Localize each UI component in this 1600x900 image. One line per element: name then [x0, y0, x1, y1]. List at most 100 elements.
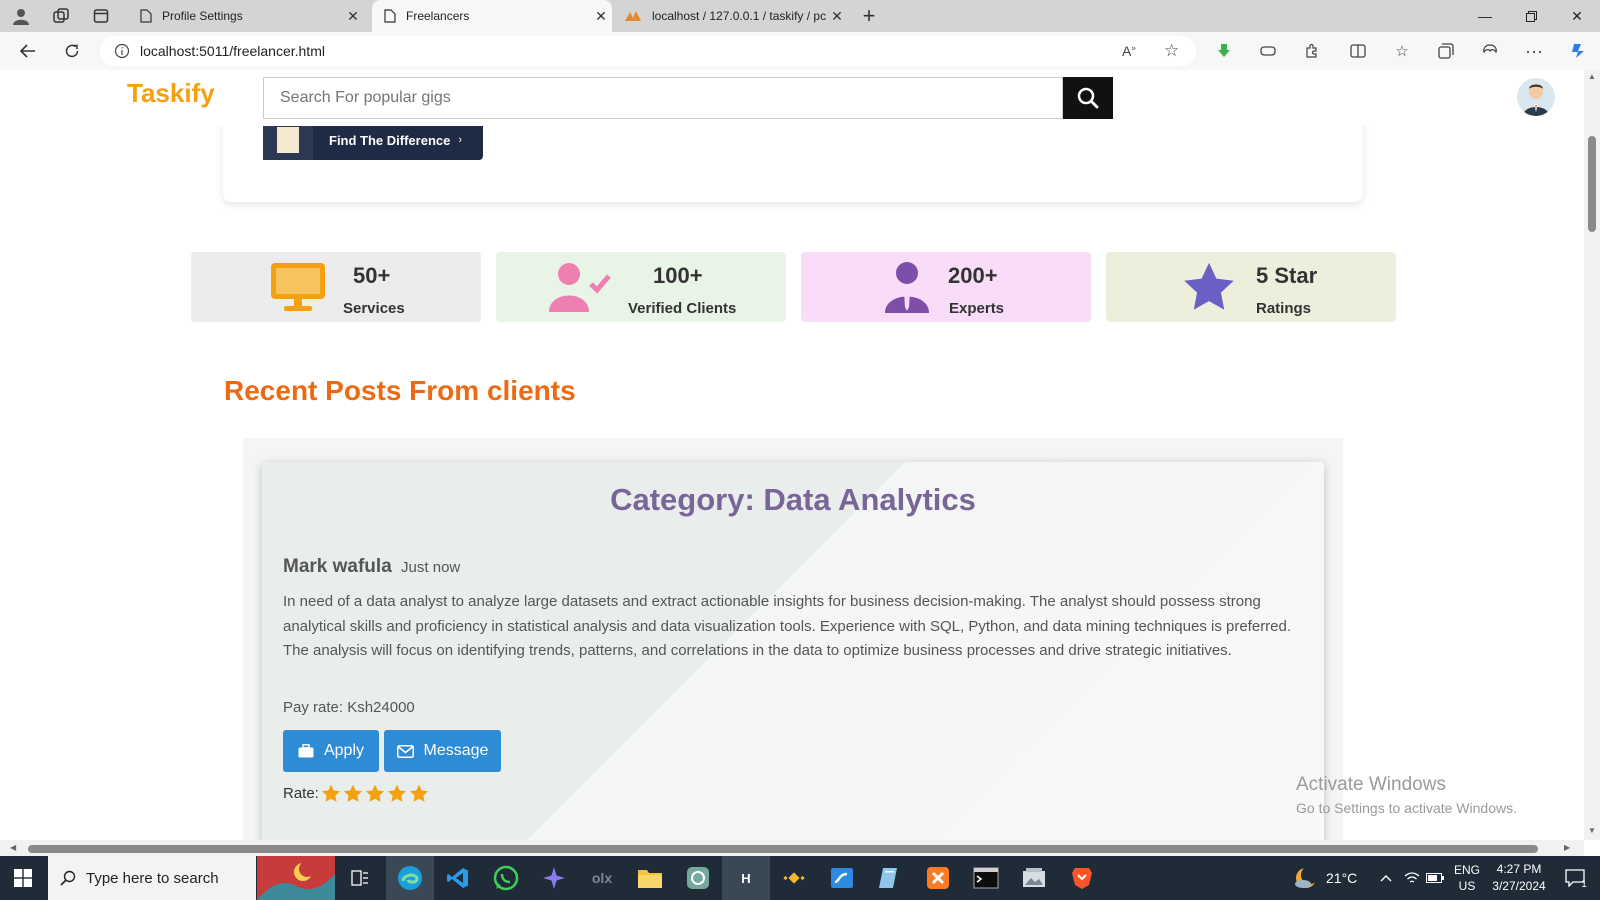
scroll-left-icon[interactable]: ◀: [10, 843, 16, 852]
network-icon[interactable]: [1404, 856, 1420, 900]
chevron-right-icon: ›: [458, 134, 463, 146]
copilot-icon[interactable]: [1564, 38, 1592, 64]
rating-star-icon[interactable]: [409, 784, 429, 803]
language-indicator[interactable]: ENG US: [1454, 856, 1480, 900]
close-icon[interactable]: ✕: [826, 8, 848, 25]
tab-freelancers[interactable]: Freelancers ✕: [372, 0, 612, 32]
notifications-icon[interactable]: 1: [1556, 856, 1596, 900]
stat-value: 50+: [353, 263, 391, 288]
stat-ratings: 5 Star Ratings: [1106, 252, 1396, 322]
windows-start-icon[interactable]: [0, 856, 46, 900]
minimize-icon[interactable]: —: [1462, 0, 1508, 32]
favorite-star-icon[interactable]: ☆: [1164, 41, 1179, 61]
command-prompt-icon[interactable]: [962, 856, 1010, 900]
brave-browser-icon[interactable]: [1058, 856, 1106, 900]
performance-icon[interactable]: [1476, 38, 1504, 64]
extensions-icon[interactable]: [1298, 38, 1326, 64]
search-highlight-icon[interactable]: [256, 856, 336, 900]
find-difference-label: Find The Difference: [329, 132, 451, 148]
favorites-icon[interactable]: ☆: [1388, 38, 1416, 64]
scroll-up-icon[interactable]: ▲: [1588, 72, 1596, 81]
rating-star-icon[interactable]: [365, 784, 385, 803]
file-explorer-icon[interactable]: [626, 856, 674, 900]
search-button[interactable]: [1063, 77, 1113, 119]
rating-star-icon[interactable]: [343, 784, 363, 803]
clock-date: 3/27/2024: [1492, 879, 1546, 893]
stat-label: Services: [343, 300, 405, 317]
new-tab-icon[interactable]: +: [856, 3, 882, 28]
address-bar-row: localhost:5011/freelancer.html A» ☆ ☆ ··…: [0, 32, 1600, 71]
scroll-down-icon[interactable]: ▼: [1588, 826, 1596, 835]
weather-widget[interactable]: 21°C: [1294, 856, 1357, 900]
olx-icon[interactable]: olx: [578, 856, 626, 900]
restore-icon[interactable]: [1508, 0, 1554, 32]
photos-viewer-icon[interactable]: [1010, 856, 1058, 900]
apply-button[interactable]: Apply: [283, 730, 379, 772]
tab-actions-icon[interactable]: [88, 4, 114, 28]
whatsapp-icon[interactable]: [482, 856, 530, 900]
hyper-terminal-icon[interactable]: H: [722, 856, 770, 900]
user-check-icon: [546, 260, 612, 314]
rating-star-icon[interactable]: [321, 784, 341, 803]
ai-assistant-icon[interactable]: [530, 856, 578, 900]
collections-icon[interactable]: [1432, 38, 1460, 64]
horizontal-scroll-thumb[interactable]: [28, 845, 1538, 853]
close-icon[interactable]: ✕: [342, 8, 364, 25]
read-aloud-icon[interactable]: A»: [1122, 43, 1136, 59]
binance-icon[interactable]: [770, 856, 818, 900]
clock[interactable]: 4:27 PM 3/27/2024: [1488, 856, 1550, 900]
stat-value: 100+: [653, 263, 703, 288]
tab-phpmyadmin[interactable]: localhost / 127.0.0.1 / taskify / pc ✕: [612, 0, 848, 32]
horizontal-scrollbar[interactable]: ◀ ▶: [0, 840, 1584, 856]
more-options-icon[interactable]: ···: [1520, 38, 1548, 64]
xampp-icon[interactable]: [914, 856, 962, 900]
document-icon: [263, 120, 313, 160]
vertical-scroll-thumb[interactable]: [1588, 136, 1596, 232]
rate-label: Rate:: [283, 785, 319, 802]
post-author[interactable]: Mark wafula: [283, 556, 392, 577]
chatgpt-icon[interactable]: [674, 856, 722, 900]
info-icon[interactable]: [114, 43, 130, 59]
back-icon[interactable]: [14, 38, 42, 64]
split-screen-icon[interactable]: [1344, 38, 1372, 64]
tab-title: Profile Settings: [162, 9, 243, 23]
edge-browser-icon[interactable]: [386, 856, 434, 900]
post-time: Just now: [401, 559, 461, 576]
post-pay-rate: Pay rate: Ksh24000: [283, 699, 415, 716]
task-view-icon[interactable]: [336, 856, 384, 900]
close-icon[interactable]: ✕: [590, 8, 612, 25]
profile-icon[interactable]: [8, 4, 34, 28]
stat-label: Verified Clients: [628, 300, 737, 317]
clock-time: 4:27 PM: [1496, 862, 1542, 876]
game-controller-icon[interactable]: [1254, 38, 1282, 64]
tab-profile-settings[interactable]: Profile Settings ✕: [128, 0, 364, 32]
vscode-icon[interactable]: [434, 856, 482, 900]
message-button[interactable]: Message: [384, 730, 501, 772]
search-icon: [1077, 87, 1099, 109]
vertical-scrollbar[interactable]: ▲ ▼: [1584, 70, 1600, 840]
notepad-icon[interactable]: [866, 856, 914, 900]
search-input[interactable]: [278, 88, 1042, 108]
post-card: Category: Data Analytics Mark wafula Jus…: [262, 462, 1324, 840]
download-extension-icon[interactable]: [1210, 38, 1238, 64]
section-title: Recent Posts From clients: [224, 375, 576, 406]
scroll-right-icon[interactable]: ▶: [1564, 843, 1570, 852]
taskbar-search-placeholder: Type here to search: [86, 869, 219, 887]
url-field[interactable]: localhost:5011/freelancer.html A» ☆: [100, 36, 1196, 66]
close-window-icon[interactable]: ✕: [1554, 0, 1600, 32]
remote-desktop-icon[interactable]: [818, 856, 866, 900]
refresh-icon[interactable]: [58, 38, 86, 64]
workspaces-icon[interactable]: [48, 4, 74, 28]
rating-star-icon[interactable]: [387, 784, 407, 803]
taskbar-search[interactable]: Type here to search: [48, 856, 256, 900]
battery-icon[interactable]: [1426, 856, 1444, 900]
stat-label: Experts: [949, 300, 1005, 317]
search-field[interactable]: [263, 77, 1063, 119]
url-text: localhost:5011/freelancer.html: [140, 43, 325, 59]
site-header: Taskify: [0, 70, 1584, 126]
search-icon: [60, 870, 76, 886]
site-logo[interactable]: Taskify: [127, 78, 215, 109]
user-avatar[interactable]: [1517, 78, 1555, 116]
find-difference-button[interactable]: Find The Difference ›: [263, 120, 483, 160]
tray-chevron-icon[interactable]: [1380, 856, 1392, 900]
